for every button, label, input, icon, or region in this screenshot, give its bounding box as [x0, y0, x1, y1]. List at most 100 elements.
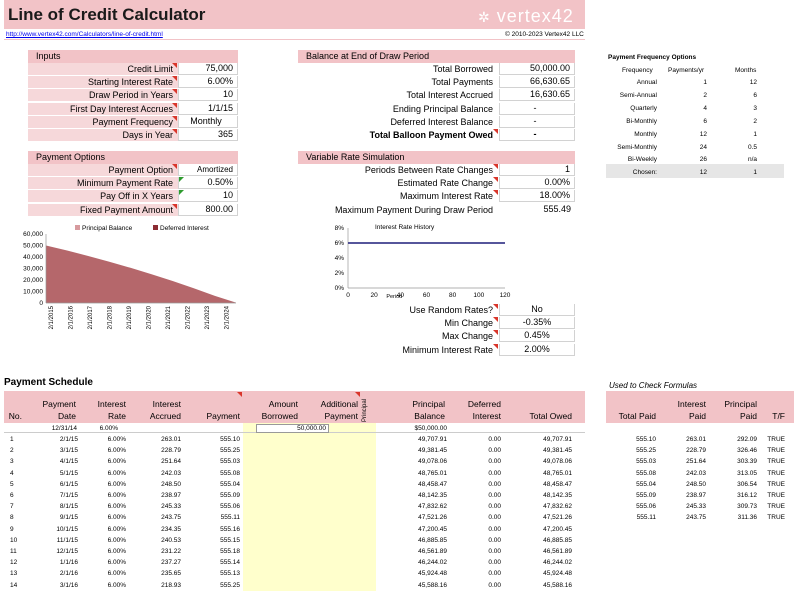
- variable-field[interactable]: 1: [499, 164, 575, 176]
- schedule-cell: 0.00: [488, 548, 501, 555]
- check-cell: 313.05: [737, 469, 757, 477]
- x-tick-label: 2/1/2018: [107, 305, 113, 329]
- input-comment-marker: [172, 63, 177, 68]
- schedule-cell: 45,588.16: [418, 581, 447, 589]
- schedule-cell: 231.22: [161, 548, 181, 555]
- x-tick-label: 80: [449, 292, 457, 299]
- variable-field[interactable]: 0.00%: [499, 177, 575, 190]
- freq-payments: 4: [703, 104, 707, 112]
- y-tick-label: 50,000: [23, 243, 43, 250]
- random-field[interactable]: -0.35%: [499, 317, 575, 330]
- check-cell: 555.25: [636, 447, 656, 455]
- random-comment-marker: [493, 343, 498, 349]
- input-field[interactable]: 1/1/15: [178, 102, 238, 115]
- y-tick-label: 6%: [335, 240, 345, 247]
- schedule-cell: 0.00: [488, 458, 501, 466]
- variable-label: Maximum Interest Rate: [399, 191, 493, 202]
- check-cell: 251.64: [686, 458, 706, 466]
- random-field[interactable]: 2.00%: [499, 343, 575, 356]
- schedule-cell: 45,924.48: [543, 570, 572, 578]
- schedule-cell: 555.03: [220, 458, 240, 466]
- balance-field[interactable]: 50,000.00: [499, 63, 575, 75]
- schedule-header-cell: Total Owed: [529, 411, 572, 421]
- option-field[interactable]: Amortized: [178, 164, 238, 176]
- schedule-header-cell: Payment: [42, 399, 76, 409]
- legend-principal-label: Principal Balance: [82, 225, 133, 232]
- schedule-cell: 49,078.06: [418, 458, 447, 466]
- schedule-cell: 555.14: [220, 559, 240, 567]
- schedule-cell: 8: [10, 514, 14, 522]
- freq-name: Chosen:: [632, 169, 657, 177]
- random-comment-marker: [493, 304, 498, 309]
- schedule-cell: 245.33: [161, 503, 181, 511]
- check-cell: 309.73: [737, 503, 757, 511]
- check-cell: 316.12: [737, 492, 757, 499]
- input-field[interactable]: Monthly: [178, 115, 238, 128]
- freq-months: 0.5: [747, 143, 757, 151]
- schedule-cell: 243.75: [161, 514, 181, 522]
- balance-field[interactable]: 66,630.65: [499, 76, 575, 89]
- schedule-cell: 0.00: [488, 503, 501, 511]
- schedule-cell: 47,200.45: [418, 525, 447, 533]
- schedule-cell: 263.01: [161, 436, 181, 443]
- input-field[interactable]: 6.00%: [178, 76, 238, 89]
- schedule-cell: 2/1/15: [59, 436, 78, 443]
- freq-months: n/a: [747, 156, 757, 164]
- balance-field[interactable]: 16,630.65: [499, 89, 575, 102]
- random-comment-marker: [493, 317, 498, 323]
- schedule-cell: 6.00%: [107, 514, 126, 522]
- option-label: Minimum Payment Rate: [76, 178, 173, 189]
- check-cell: 228.79: [686, 447, 706, 455]
- schedule-cell: 0.00: [488, 469, 501, 477]
- check-cell: 555.04: [636, 480, 656, 488]
- schedule-cell: 555.25: [220, 581, 240, 589]
- freq-name: Annual: [636, 79, 657, 86]
- option-field[interactable]: 800.00: [178, 203, 238, 216]
- schedule-cell: 242.03: [161, 469, 181, 477]
- check-cell: TRUE: [767, 503, 785, 511]
- schedule-cell: 0.00: [488, 536, 501, 544]
- variable-field[interactable]: 555.49: [499, 203, 575, 216]
- schedule-cell: 11: [10, 548, 17, 555]
- balance-field[interactable]: -: [499, 115, 575, 128]
- calculator-link[interactable]: http://www.vertex42.com/Calculators/line…: [6, 31, 163, 38]
- freq-title: Payment Frequency Options: [608, 54, 697, 61]
- schedule-cell: 48,765.01: [418, 469, 447, 477]
- random-label: Max Change: [441, 331, 493, 342]
- variable-label: Estimated Rate Change: [397, 178, 493, 189]
- schedule-cell: 7: [10, 503, 14, 511]
- freq-months: 3: [753, 104, 757, 112]
- variable-comment-marker: [493, 190, 498, 196]
- check-cell: 243.75: [686, 514, 706, 522]
- schedule-cell: 7/1/15: [59, 492, 78, 499]
- schedule-cell: 0.00: [488, 480, 501, 488]
- input-label: Draw Period in Years: [88, 90, 173, 101]
- check-cell: TRUE: [767, 492, 785, 499]
- schedule-cell: 235.65: [161, 570, 181, 578]
- y-tick-label: 0: [39, 300, 43, 307]
- random-field[interactable]: 0.45%: [499, 330, 575, 343]
- freq-name: Monthly: [634, 130, 657, 138]
- check-cell: 555.09: [636, 492, 656, 499]
- balance-field[interactable]: -: [499, 102, 575, 115]
- freq-months: 6: [753, 91, 757, 99]
- schedule-cell: 48,458.47: [418, 480, 447, 488]
- option-field[interactable]: 0.50%: [178, 177, 238, 190]
- variable-field[interactable]: 18.00%: [499, 190, 575, 203]
- schedule-header-cell: Borrowed: [261, 411, 298, 421]
- initial-borrowed-input[interactable]: 50,000.00: [256, 424, 329, 433]
- schedule-cell: 49,078.06: [543, 458, 572, 466]
- option-field[interactable]: 10: [178, 190, 238, 203]
- entry-area: [243, 423, 376, 591]
- initial-balance: $50,000.00: [414, 425, 447, 432]
- check-cell: TRUE: [767, 469, 785, 477]
- schedule-cell: 6.00%: [107, 525, 126, 533]
- freq-payments: 26: [699, 156, 707, 164]
- input-field[interactable]: 365: [178, 129, 238, 141]
- balance-label: Total Borrowed: [432, 64, 493, 74]
- random-field[interactable]: No: [499, 304, 575, 316]
- input-label: Payment Frequency: [92, 116, 173, 127]
- input-field[interactable]: 75,000: [178, 63, 238, 75]
- input-field[interactable]: 10: [178, 89, 238, 102]
- balance-field[interactable]: -: [499, 129, 575, 141]
